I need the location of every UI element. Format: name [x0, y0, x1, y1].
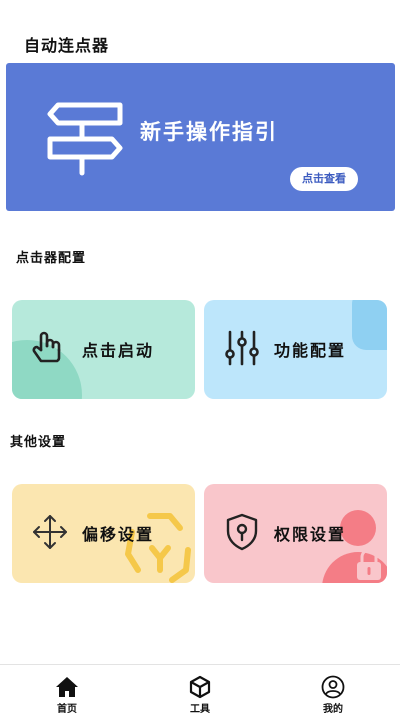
home-icon — [56, 677, 78, 697]
bottom-nav: 首页 工具 我的 — [0, 664, 400, 721]
nav-label-tools: 工具 — [190, 704, 210, 715]
guide-banner[interactable]: 新手操作指引 点击查看 — [6, 63, 395, 211]
function-config-card[interactable]: 功能配置 — [204, 300, 387, 399]
lock-deco-icon — [357, 548, 381, 580]
offset-settings-label: 偏移设置 — [82, 525, 155, 544]
permission-settings-label: 权限设置 — [274, 525, 347, 544]
section-title-clicker-config: 点击器配置 — [16, 251, 87, 266]
signpost-icon — [47, 102, 123, 176]
permission-settings-card[interactable]: 权限设置 — [204, 484, 387, 583]
cube-icon — [189, 675, 211, 699]
move-arrows-icon — [33, 515, 67, 549]
offset-settings-card[interactable]: 偏移设置 — [12, 484, 195, 583]
nav-item-mine[interactable]: 我的 — [293, 665, 373, 721]
banner-title: 新手操作指引 — [140, 120, 278, 144]
view-guide-button[interactable]: 点击查看 — [290, 167, 358, 191]
function-config-label: 功能配置 — [274, 341, 347, 360]
click-start-label: 点击启动 — [82, 341, 155, 360]
nav-label-mine: 我的 — [323, 704, 343, 715]
section-title-other-settings: 其他设置 — [10, 435, 67, 450]
shield-lock-icon — [226, 513, 258, 551]
app-title: 自动连点器 — [24, 36, 110, 55]
click-start-card[interactable]: 点击启动 — [12, 300, 195, 399]
nav-item-home[interactable]: 首页 — [27, 665, 107, 721]
nav-item-tools[interactable]: 工具 — [160, 665, 240, 721]
nav-label-home: 首页 — [57, 704, 77, 715]
user-icon — [321, 675, 345, 699]
sliders-icon — [225, 330, 259, 366]
tap-hand-icon — [32, 331, 61, 363]
